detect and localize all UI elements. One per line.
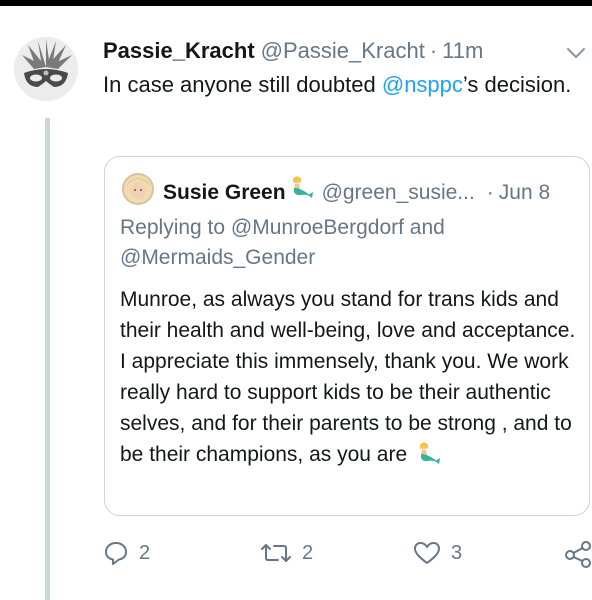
share-icon <box>565 541 591 568</box>
separator-dot: · <box>486 181 494 204</box>
replying-to-prefix: Replying to <box>120 216 231 239</box>
quoted-tweet-text: Munroe, as always you stand for trans ki… <box>120 284 582 470</box>
tweet-text-part: In case anyone still doubted <box>103 72 382 97</box>
quoted-timestamp[interactable]: Jun 8 <box>499 181 550 205</box>
like-button[interactable]: 3 <box>413 540 462 566</box>
quoted-tweet-header: Susie Green @green_susie... · Jun 8 <box>163 175 550 205</box>
retweet-button[interactable]: 2 <box>260 540 313 566</box>
quoted-avatar-image <box>122 173 154 205</box>
timestamp[interactable]: 11m <box>442 38 483 64</box>
masquerade-mask-avatar-image <box>14 37 78 101</box>
retweet-icon <box>261 544 291 562</box>
reply-count: 2 <box>139 541 151 564</box>
like-count: 3 <box>451 541 463 564</box>
separator-dot: · <box>429 38 438 63</box>
chevron-down-icon[interactable] <box>563 40 589 66</box>
tweet-text: In case anyone still doubted @nsppc’s de… <box>103 70 573 100</box>
replying-to-line: Replying to @MunroeBergdorf and @Mermaid… <box>120 213 560 273</box>
quoted-display-name[interactable]: Susie Green <box>163 181 286 205</box>
heart-icon <box>414 542 440 564</box>
avatar[interactable] <box>14 37 78 101</box>
quoted-user-handle[interactable]: @green_susie... <box>322 181 475 205</box>
thread-connector-line <box>45 118 50 600</box>
quoted-avatar[interactable] <box>122 173 154 205</box>
quoted-text-body: Munroe, as always you stand for trans ki… <box>120 288 576 466</box>
mermaid-emoji-icon <box>420 442 441 464</box>
retweet-count: 2 <box>302 541 314 564</box>
display-name[interactable]: Passie_Kracht <box>103 38 255 64</box>
mention-link[interactable]: @nsppc <box>382 72 463 97</box>
share-button[interactable] <box>564 540 592 568</box>
mermaid-emoji-icon <box>292 176 313 198</box>
reply-button[interactable]: 2 <box>103 540 150 566</box>
tweet-actions-bar: 2 2 3 <box>103 540 592 570</box>
reply-icon <box>105 542 127 565</box>
top-bar <box>0 0 592 6</box>
quoted-tweet-card[interactable]: Susie Green @green_susie... · Jun 8 Repl… <box>104 156 590 516</box>
tweet-header: Passie_Kracht @Passie_Kracht · 11m <box>103 38 483 66</box>
tweet-text-part: ’s decision. <box>462 72 572 97</box>
user-handle[interactable]: @Passie_Kracht <box>261 38 425 64</box>
